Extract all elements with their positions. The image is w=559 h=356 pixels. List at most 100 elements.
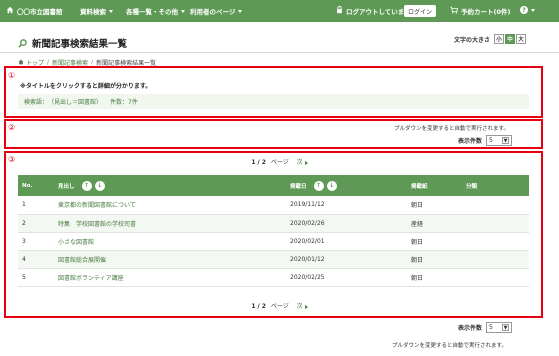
display-count-select[interactable]: 5 ▼: [486, 135, 513, 146]
page-title: 新聞記事検索結果一覧: [18, 36, 127, 50]
pager-unit: ページ: [270, 303, 289, 310]
cell-paper: 産経: [407, 214, 462, 233]
pager-next-link[interactable]: 次: [297, 159, 308, 166]
cell-date: 2020/01/12: [286, 250, 407, 269]
sort-ascending-icon[interactable]: ↑: [81, 180, 92, 191]
pager-current: 1: [251, 303, 256, 310]
display-count-value: 5: [489, 137, 493, 144]
top-nav-bar: 〇〇市立図書館 資料検索 各種一覧・その他 利用者のページ ログアウトしています…: [0, 0, 559, 22]
article-title-link[interactable]: 東京都の新聞図書館について: [54, 196, 286, 215]
title-divider: [0, 52, 559, 53]
table-header-row: No. 見出し ↑ ↓ 掲載日 ↑ ↓ 掲載紙 分類: [18, 175, 529, 196]
breadcrumb-separator: /: [47, 59, 50, 66]
font-size-small-button[interactable]: 小: [494, 34, 505, 44]
pager-next-label: 次: [296, 303, 303, 310]
triangle-right-icon: [304, 304, 308, 309]
nav-user-label: 利用者のページ: [190, 8, 236, 16]
cell-category: [462, 232, 529, 251]
chevron-down-icon: ▼: [502, 324, 510, 331]
home-link[interactable]: 〇〇市立図書館: [6, 6, 63, 16]
keyword-label: 検索語：: [24, 99, 49, 106]
cell-paper: 朝日: [407, 268, 462, 287]
cart-label: 予約カート(0件): [461, 8, 511, 16]
pager-total: 2: [261, 303, 266, 310]
chevron-down-icon: [531, 8, 535, 12]
header-title-label: 見出し: [58, 183, 75, 190]
article-title-link[interactable]: 特集 学校図書館の学校司書: [54, 214, 286, 233]
lock-icon: [336, 5, 343, 16]
chevron-down-icon: [181, 9, 185, 13]
cell-no: 2: [18, 214, 54, 233]
table-row: 1 東京都の新聞図書館について 2019/11/12 朝日: [18, 196, 529, 215]
logout-status: ログアウトしています: [336, 5, 411, 16]
font-size-switcher: 文字の大きさ 小 中 大: [454, 34, 527, 44]
result-count-value: 7件: [128, 99, 138, 106]
chevron-down-icon: [238, 9, 243, 13]
pager-current: 1: [251, 159, 256, 166]
cell-no: 5: [18, 268, 54, 287]
pager-bottom: 1 / 2 ページ 次: [0, 301, 559, 310]
table-row: 5 図書館ボランティア講座 2020/02/25 朝日: [18, 268, 529, 287]
nav-lists-label: 各種一覧・その他: [126, 8, 178, 16]
pager-unit: ページ: [270, 159, 289, 166]
page-title-text: 新聞記事検索結果一覧: [32, 39, 128, 50]
pager-next-link[interactable]: 次: [297, 303, 308, 310]
display-count-value: 5: [489, 324, 493, 331]
help-menu[interactable]: ?: [520, 6, 535, 14]
sort-ascending-icon[interactable]: ↑: [313, 180, 324, 191]
results-table: No. 見出し ↑ ↓ 掲載日 ↑ ↓ 掲載紙 分類 1 東京都の新聞図書館につ…: [18, 175, 529, 287]
result-count-label: 件数：: [110, 99, 129, 106]
nav-search-menu[interactable]: 資料検索: [80, 6, 113, 16]
header-no: No.: [22, 182, 33, 189]
annotation-number-1: ①: [8, 71, 16, 80]
triangle-right-icon: [304, 160, 308, 165]
sort-descending-icon[interactable]: ↓: [94, 180, 105, 191]
cell-date: 2020/02/25: [286, 268, 407, 287]
cell-date: 2019/11/12: [286, 196, 407, 215]
font-size-label: 文字の大きさ: [454, 36, 491, 44]
cell-category: [462, 214, 529, 233]
font-size-large-button[interactable]: 大: [516, 34, 527, 44]
pager-next-label: 次: [296, 159, 303, 166]
reservation-cart-link[interactable]: 予約カート(0件): [450, 6, 510, 16]
table-row: 3 小さな図書館 2020/02/01 朝日: [18, 232, 529, 251]
nav-lists-menu[interactable]: 各種一覧・その他: [126, 6, 185, 16]
cell-paper: 朝日: [407, 196, 462, 215]
chevron-down-icon: ▼: [502, 137, 510, 144]
home-icon: [6, 6, 14, 16]
autorun-note: プルダウンを変更すると自動で実行されます。: [394, 126, 509, 132]
cell-date: 2020/02/01: [286, 232, 407, 251]
cell-category: [462, 250, 529, 269]
search-condition-bar: 検索語： （見出し＝図書館） 件数： 7件: [18, 94, 529, 109]
help-icon: ?: [520, 6, 528, 14]
header-date-label: 掲載日: [290, 183, 307, 190]
article-title-link[interactable]: 図書館ボランティア講座: [54, 268, 286, 287]
pager-top: 1 / 2 ページ 次: [0, 157, 559, 166]
cart-icon: [450, 6, 459, 16]
sort-descending-icon[interactable]: ↓: [326, 180, 337, 191]
cell-date: 2020/02/26: [286, 214, 407, 233]
cell-no: 1: [18, 196, 54, 215]
logout-status-text: ログアウトしています: [346, 8, 411, 16]
header-category: 分類: [466, 183, 478, 190]
search-icon: [18, 38, 27, 48]
article-title-link[interactable]: 図書館総合展開催: [54, 250, 286, 269]
header-paper: 掲載紙: [411, 183, 428, 190]
table-row: 2 特集 学校図書館の学校司書 2020/02/26 産経: [18, 214, 529, 233]
home-label: 〇〇市立図書館: [17, 8, 63, 16]
pager-total: 2: [261, 159, 266, 166]
annotation-box-1: [4, 66, 543, 118]
results-table-wrapper: No. 見出し ↑ ↓ 掲載日 ↑ ↓ 掲載紙 分類 1 東京都の新聞図書館につ…: [18, 175, 529, 287]
annotation-number-2: ②: [8, 123, 16, 132]
keyword-value: （見出し＝図書館）: [48, 99, 103, 106]
click-title-note: ※タイトルをクリックすると詳細が分かります。: [20, 83, 152, 90]
cell-category: [462, 196, 529, 215]
header-date: 掲載日 ↑ ↓: [286, 175, 407, 196]
login-button[interactable]: ログイン: [404, 5, 436, 17]
display-count-control-bottom: 表示件数 5 ▼: [458, 322, 513, 333]
font-size-medium-button[interactable]: 中: [505, 34, 516, 44]
nav-user-menu[interactable]: 利用者のページ: [190, 6, 243, 16]
article-title-link[interactable]: 小さな図書館: [54, 232, 286, 251]
cell-paper: 朝日: [407, 250, 462, 269]
display-count-select[interactable]: 5 ▼: [486, 322, 513, 333]
